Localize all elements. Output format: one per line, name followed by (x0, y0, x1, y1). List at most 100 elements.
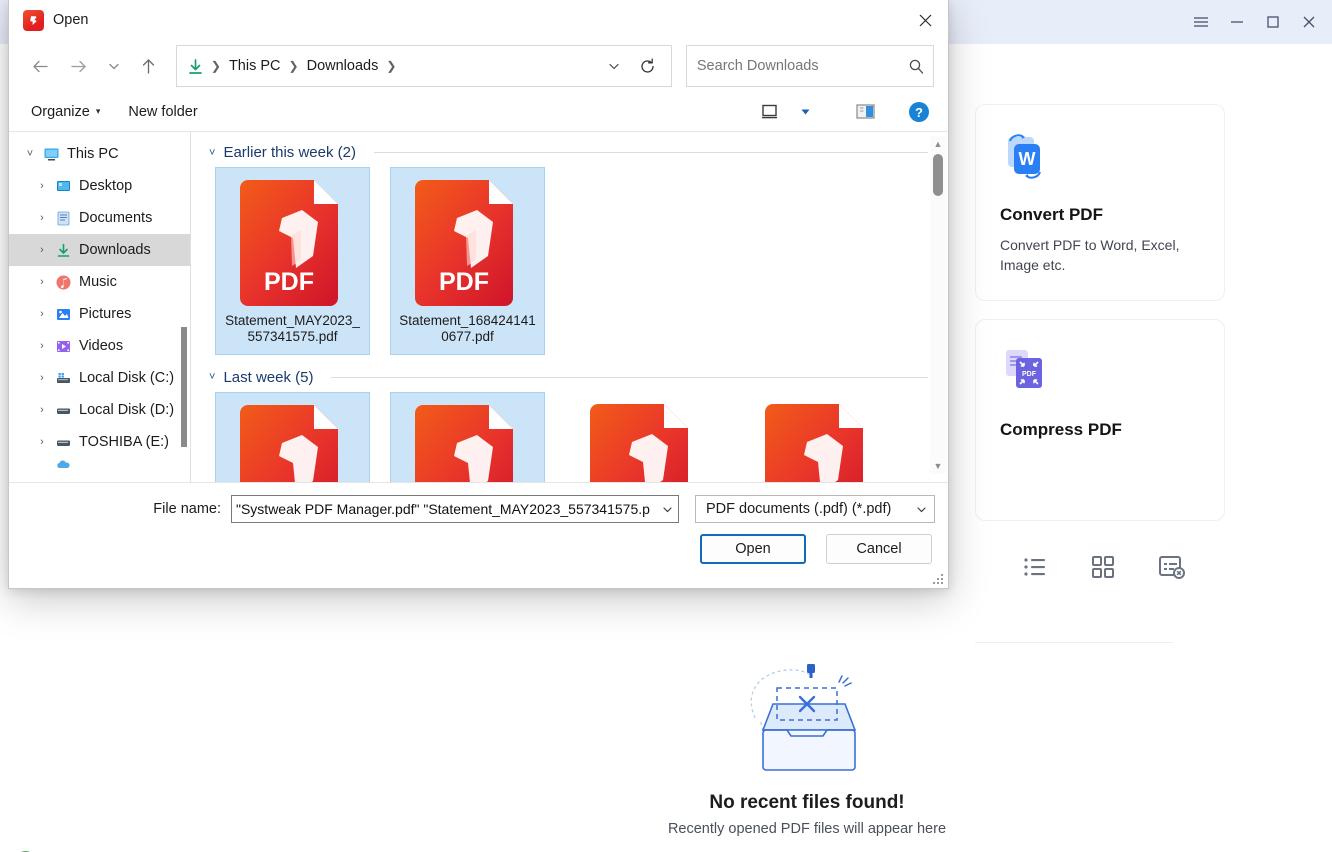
sidebar-item-network[interactable] (9, 458, 190, 472)
file-type-select[interactable]: PDF documents (.pdf) (*.pdf) (695, 495, 935, 523)
pdf-file-icon (234, 399, 352, 482)
chevron-down-icon[interactable] (915, 503, 928, 516)
empty-state-subtitle: Recently opened PDF files will appear he… (668, 821, 946, 837)
empty-state-title: No recent files found! (709, 792, 904, 814)
tree-item-this-pc[interactable]: ˅ This PC (9, 138, 190, 170)
chevron-right-icon[interactable]: › (33, 340, 51, 352)
breadcrumb-item-this-pc[interactable]: This PC (224, 55, 286, 77)
chevron-right-icon[interactable]: › (33, 180, 51, 192)
tree-scrollbar-thumb[interactable] (181, 327, 187, 447)
file-tile[interactable] (565, 392, 720, 482)
sidebar-item-desktop[interactable]: › Desktop (9, 170, 190, 202)
pdf-file-icon: PDF (409, 174, 527, 309)
resize-grip-icon[interactable] (931, 572, 945, 586)
file-group-label: Earlier this week (2) (223, 144, 356, 161)
disk-icon (51, 434, 75, 451)
refresh-icon[interactable] (631, 58, 665, 75)
help-icon[interactable]: ? (904, 98, 934, 126)
chevron-right-icon[interactable]: › (33, 308, 51, 320)
minimize-icon[interactable] (1220, 5, 1254, 39)
scroll-down-icon[interactable]: ▼ (930, 458, 946, 474)
downloads-arrow-icon (187, 58, 204, 75)
chevron-right-icon[interactable]: › (33, 372, 51, 384)
breadcrumb-item-downloads[interactable]: Downloads (302, 55, 384, 77)
tool-title: Convert PDF (1000, 205, 1200, 225)
sidebar-item-videos[interactable]: › Videos (9, 330, 190, 362)
sidebar-item-toshiba-e[interactable]: › TOSHIBA (E:) (9, 426, 190, 458)
clear-list-icon[interactable] (1158, 554, 1186, 585)
file-tile[interactable] (740, 392, 895, 482)
tool-card-compress-pdf[interactable]: PDF Compress PDF (975, 319, 1225, 521)
desktop-icon (51, 178, 75, 195)
chevron-right-icon[interactable]: › (33, 276, 51, 288)
close-icon[interactable] (1292, 5, 1326, 39)
scroll-up-icon[interactable]: ▲ (930, 136, 946, 152)
chevron-right-icon[interactable]: › (33, 212, 51, 224)
filename-label: File name: (9, 501, 231, 517)
recent-locations-button[interactable] (98, 49, 129, 83)
maximize-icon[interactable] (1256, 5, 1290, 39)
file-name-label: Statement_1684241410677.pdf (397, 313, 538, 346)
monitor-icon (39, 146, 63, 163)
scrollbar-thumb[interactable] (933, 154, 943, 196)
compress-pdf-icon: PDF (1000, 346, 1052, 398)
file-tile[interactable] (390, 392, 545, 482)
tool-title: Compress PDF (1000, 420, 1200, 440)
search-input[interactable] (697, 58, 908, 74)
chevron-down-icon[interactable]: ˅ (209, 147, 215, 159)
open-file-dialog: Open ❯ T (8, 0, 949, 589)
back-button[interactable] (21, 49, 60, 83)
chevron-right-icon[interactable]: › (33, 436, 51, 448)
dialog-titlebar: Open (9, 0, 948, 40)
sidebar-item-music[interactable]: › Music (9, 266, 190, 298)
forward-button[interactable] (60, 49, 99, 83)
chevron-down-icon[interactable] (597, 59, 631, 73)
sidebar-item-documents[interactable]: › Documents (9, 202, 190, 234)
file-tile[interactable]: PDF Statement_1684241410677.pdf (390, 167, 545, 355)
convert-pdf-word-icon: W (1000, 131, 1052, 183)
chevron-right-icon[interactable]: › (33, 244, 51, 256)
chevron-down-icon[interactable]: ˅ (209, 371, 215, 383)
dialog-footer: File name: PDF documents (.pdf) (*.pdf) … (9, 482, 948, 588)
sidebar-item-label: Local Disk (D:) (79, 402, 174, 418)
list-view-icon[interactable] (1022, 554, 1048, 585)
empty-box-icon (727, 662, 887, 782)
sidebar-item-label: Documents (79, 210, 152, 226)
file-list-scrollbar[interactable]: ▲ ▼ (930, 136, 946, 474)
chevron-down-icon[interactable] (656, 503, 678, 516)
cancel-button[interactable]: Cancel (826, 534, 932, 564)
organize-button[interactable]: Organize ▾ (31, 104, 100, 120)
up-button[interactable] (129, 49, 168, 83)
search-box[interactable] (686, 45, 934, 87)
chevron-right-icon[interactable]: › (33, 404, 51, 416)
grid-view-icon[interactable] (1090, 554, 1116, 585)
preview-pane-icon[interactable] (850, 98, 880, 126)
sidebar-item-downloads[interactable]: › Downloads (9, 234, 190, 266)
file-type-value: PDF documents (.pdf) (*.pdf) (706, 501, 915, 517)
hamburger-menu-icon[interactable] (1184, 5, 1218, 39)
file-tile[interactable] (215, 392, 370, 482)
file-group-header: ˅ Last week (5) (191, 355, 948, 392)
sidebar-item-local-disk-c[interactable]: › Local Disk (C:) (9, 362, 190, 394)
tool-card-convert-pdf[interactable]: W Convert PDF Convert PDF to Word, Excel… (975, 104, 1225, 301)
view-mode-icon[interactable] (754, 98, 784, 126)
divider (374, 152, 928, 153)
file-tile[interactable]: PDF Statement_MAY2023_557341575.pdf (215, 167, 370, 355)
videos-icon (51, 338, 75, 355)
address-bar[interactable]: ❯ This PC ❯ Downloads ❯ (176, 45, 672, 87)
new-folder-button[interactable]: New folder (128, 104, 197, 120)
file-name-label: Statement_MAY2023_557341575.pdf (222, 313, 363, 346)
pdf-file-icon (759, 398, 877, 482)
filename-field[interactable] (231, 495, 679, 523)
open-button[interactable]: Open (700, 534, 806, 564)
file-row (191, 392, 948, 482)
breadcrumb-separator: ❯ (286, 59, 302, 73)
chevron-down-icon[interactable]: ˅ (21, 148, 39, 160)
caret-down-icon[interactable] (790, 98, 820, 126)
close-icon[interactable] (902, 0, 948, 40)
sidebar-item-pictures[interactable]: › Pictures (9, 298, 190, 330)
search-icon[interactable] (908, 58, 925, 75)
filename-input[interactable] (236, 501, 656, 517)
file-group-header: ˅ Earlier this week (2) (191, 132, 948, 167)
sidebar-item-local-disk-d[interactable]: › Local Disk (D:) (9, 394, 190, 426)
